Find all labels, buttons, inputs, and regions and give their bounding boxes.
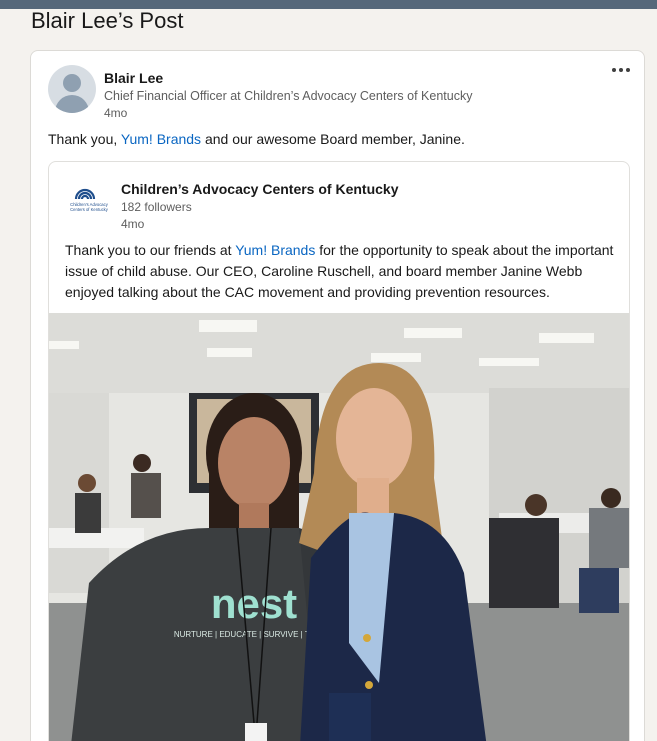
shared-post[interactable]: Children’s Advocacy Centers of Kentucky … xyxy=(48,161,630,741)
post-text-prefix: Thank you, xyxy=(48,131,121,147)
more-horizontal-icon xyxy=(612,68,616,72)
post-timestamp: 4mo xyxy=(104,106,128,120)
more-horizontal-icon xyxy=(619,68,623,72)
author-name[interactable]: Blair Lee xyxy=(104,70,163,86)
post-text-suffix: and our awesome Board member, Janine. xyxy=(201,131,465,147)
avatar[interactable] xyxy=(48,65,96,113)
avatar-placeholder-head xyxy=(63,74,81,92)
more-horizontal-icon xyxy=(626,68,630,72)
photo-illustration: nest NURTURE | EDUCATE | SURVIVE | THRIV… xyxy=(49,313,629,741)
post-photo[interactable]: nest NURTURE | EDUCATE | SURVIVE | THRIV… xyxy=(49,313,629,741)
org-logo-text-2: Centers of Kentucky xyxy=(70,207,109,212)
author-headline: Chief Financial Officer at Children’s Ad… xyxy=(104,89,473,103)
org-logo[interactable]: Children’s Advocacy Centers of Kentucky xyxy=(65,184,113,216)
post-text: Thank you, Yum! Brands and our awesome B… xyxy=(48,131,465,147)
yum-brands-link[interactable]: Yum! Brands xyxy=(235,242,315,258)
org-followers: 182 followers xyxy=(121,200,192,214)
avatar-placeholder-body xyxy=(55,95,89,113)
shirt-logo-text: nest xyxy=(211,580,297,627)
org-name[interactable]: Children’s Advocacy Centers of Kentucky xyxy=(121,181,398,197)
shared-post-text: Thank you to our friends at Yum! Brands … xyxy=(65,240,615,303)
page-title: Blair Lee’s Post xyxy=(31,8,184,33)
yum-brands-link[interactable]: Yum! Brands xyxy=(121,131,201,147)
shared-text-prefix: Thank you to our friends at xyxy=(65,242,236,258)
shared-post-timestamp: 4mo xyxy=(121,217,145,231)
post-card: Blair Lee Chief Financial Officer at Chi… xyxy=(30,50,645,741)
more-options-button[interactable] xyxy=(609,63,633,77)
